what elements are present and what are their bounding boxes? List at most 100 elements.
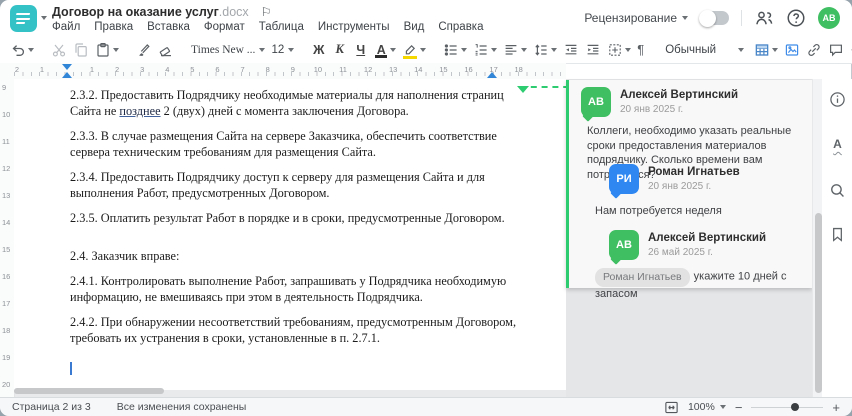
underline-button[interactable]: Ч	[353, 43, 368, 57]
font-name-select[interactable]: Times New ...	[191, 43, 266, 56]
ruler-number: 17	[2, 299, 11, 308]
editor-window: Договор на оказание услуг.docx ⚐ Файл Прав…	[0, 0, 852, 416]
ruler-number: 15	[439, 65, 448, 74]
increase-indent-button[interactable]	[585, 42, 601, 58]
horizontal-scrollbar-thumb[interactable]	[14, 388, 164, 394]
horizontal-ruler[interactable]: 21 1 2 3 4 5 6 7 8 9 10 11 12 13 14 15 16 17 18	[0, 63, 566, 80]
font-name-value: Times New ...	[191, 43, 256, 56]
zoom-slider[interactable]	[751, 402, 824, 412]
vertical-ruler[interactable]: 9 10 11 12 13 14 15 16 17 18 19 20	[0, 79, 15, 397]
cut-button[interactable]	[51, 42, 67, 58]
bold-button[interactable]: Ж	[311, 43, 326, 57]
ruler-number: 3	[140, 65, 145, 74]
paragraph[interactable]: 2.3.3. В случае размещения Сайта на серв…	[70, 128, 526, 160]
ruler-number: 20	[2, 380, 11, 389]
flag-icon[interactable]: ⚐	[261, 5, 272, 19]
first-line-indent-marker[interactable]	[62, 64, 72, 70]
bookmark-icon[interactable]	[829, 226, 846, 243]
format-painter-button[interactable]	[136, 42, 152, 58]
fit-width-button[interactable]	[664, 400, 679, 415]
comment-reply[interactable]: АВ Алексей Вертинский 26 май 2025 г. Ром…	[569, 230, 802, 301]
user-avatar[interactable]: АВ	[818, 7, 840, 29]
comment-date: 26 май 2025 г.	[648, 247, 713, 258]
bullet-list-button[interactable]	[443, 42, 468, 58]
paste-caret-icon	[113, 47, 119, 52]
font-color-button[interactable]: А	[374, 43, 397, 58]
decrease-indent-button[interactable]	[563, 42, 579, 58]
users-icon[interactable]	[754, 8, 774, 28]
ruler-number: 16	[2, 272, 11, 281]
paragraph-borders-button[interactable]	[607, 42, 632, 58]
paragraph[interactable]: 2.3.4. Предоставить Подрядчику доступ к …	[70, 169, 526, 201]
ruler-number: 11	[339, 65, 347, 74]
paragraph-text: 2 (двух) дней с момента заключения Догов…	[160, 104, 409, 118]
menu-item[interactable]: Правка	[94, 21, 133, 33]
line-spacing-button[interactable]	[533, 42, 558, 58]
paragraph[interactable]: 2.4.2. При обнаружении несоответствий тр…	[70, 314, 526, 346]
menu-item[interactable]: Справка	[438, 21, 483, 33]
menu-item[interactable]: Инструменты	[318, 21, 390, 33]
paragraph[interactable]: 2.3.5. Оплатить результат Работ в порядк…	[70, 210, 526, 226]
review-toggle[interactable]	[699, 9, 729, 27]
menu-item[interactable]: Формат	[204, 21, 245, 33]
highlight-caret-icon	[420, 47, 427, 52]
commented-text[interactable]: позднее	[119, 104, 160, 118]
menu-item[interactable]: Вставка	[147, 21, 190, 33]
spellcheck-icon[interactable]: А	[830, 137, 845, 151]
font-size-select[interactable]: 12	[271, 44, 295, 56]
app-logo[interactable]	[10, 5, 37, 32]
review-mode-dropdown[interactable]: Рецензирование	[584, 11, 688, 25]
italic-button[interactable]: К	[332, 42, 347, 57]
comment-avatar: АВ	[609, 230, 639, 260]
menu-item[interactable]: Таблица	[259, 21, 304, 33]
insert-image-button[interactable]	[784, 42, 800, 58]
align-button[interactable]	[503, 42, 528, 58]
font-name-caret-icon	[259, 47, 266, 52]
zoom-out-button[interactable]: −	[735, 401, 743, 414]
copy-button[interactable]	[73, 42, 89, 58]
menu-item[interactable]: Вид	[404, 21, 425, 33]
ruler-number: 19	[2, 353, 11, 362]
highlight-pen-icon	[402, 42, 418, 59]
vertical-scrollbar-thumb[interactable]	[814, 213, 822, 393]
save-status: Все изменения сохранены	[116, 401, 247, 413]
right-indent-marker[interactable]	[487, 72, 497, 78]
zoom-slider-track	[751, 406, 824, 409]
comment-thread-card: АВ Алексей Вертинский 20 янв 2025 г. Кол…	[566, 80, 812, 300]
document-page[interactable]: 2.3.2. Предоставить Подрядчику необходим…	[14, 79, 580, 390]
ruler-number: 11	[2, 137, 10, 146]
undo-button[interactable]	[10, 42, 34, 58]
undo-caret-icon	[28, 47, 34, 52]
left-indent-marker[interactable]	[62, 72, 72, 78]
numbered-list-button[interactable]	[473, 42, 498, 58]
comment-reply[interactable]: РИ Роман Игнатьев 20 янв 2025 г. Нам пот…	[569, 164, 802, 219]
zoom-dropdown[interactable]: 100%	[688, 401, 726, 413]
document-text: 2.3.2. Предоставить Подрядчику необходим…	[70, 87, 526, 375]
table-caret-icon	[772, 47, 779, 52]
numbered-list-caret-icon	[491, 47, 498, 52]
ruler-number: 7	[240, 65, 245, 74]
paragraph[interactable]: 2.3.2. Предоставить Подрядчику необходим…	[70, 87, 526, 119]
clear-style-button[interactable]	[158, 42, 174, 58]
paragraph[interactable]: 2.4.1. Контролировать выполнение Работ, …	[70, 273, 526, 305]
paragraph-style-select[interactable]: Обычный	[661, 44, 748, 56]
search-icon[interactable]	[829, 182, 846, 199]
insert-table-button[interactable]	[754, 42, 779, 58]
help-icon[interactable]	[786, 8, 806, 28]
insert-comment-button[interactable]	[828, 42, 844, 58]
highlight-color-button[interactable]	[402, 42, 427, 59]
zoom-caret-icon	[719, 405, 726, 409]
show-formatting-button[interactable]: ¶	[637, 42, 644, 57]
app-menu-caret-icon[interactable]	[41, 16, 47, 20]
ruler-number: 1	[39, 65, 45, 74]
menu-item[interactable]: Файл	[52, 21, 80, 33]
paragraph[interactable]: 2.4. Заказчик вправе:	[70, 248, 526, 264]
ruler-ticks	[14, 72, 562, 76]
screen: Договор на оказание услуг.docx ⚐ Файл Прав…	[0, 0, 852, 416]
info-icon[interactable]	[829, 91, 846, 108]
zoom-slider-handle[interactable]	[791, 403, 799, 411]
paste-button[interactable]	[95, 42, 119, 58]
mention-chip[interactable]: Роман Игнатьев	[595, 268, 690, 287]
insert-link-button[interactable]	[806, 42, 822, 58]
zoom-in-button[interactable]: +	[832, 401, 840, 414]
